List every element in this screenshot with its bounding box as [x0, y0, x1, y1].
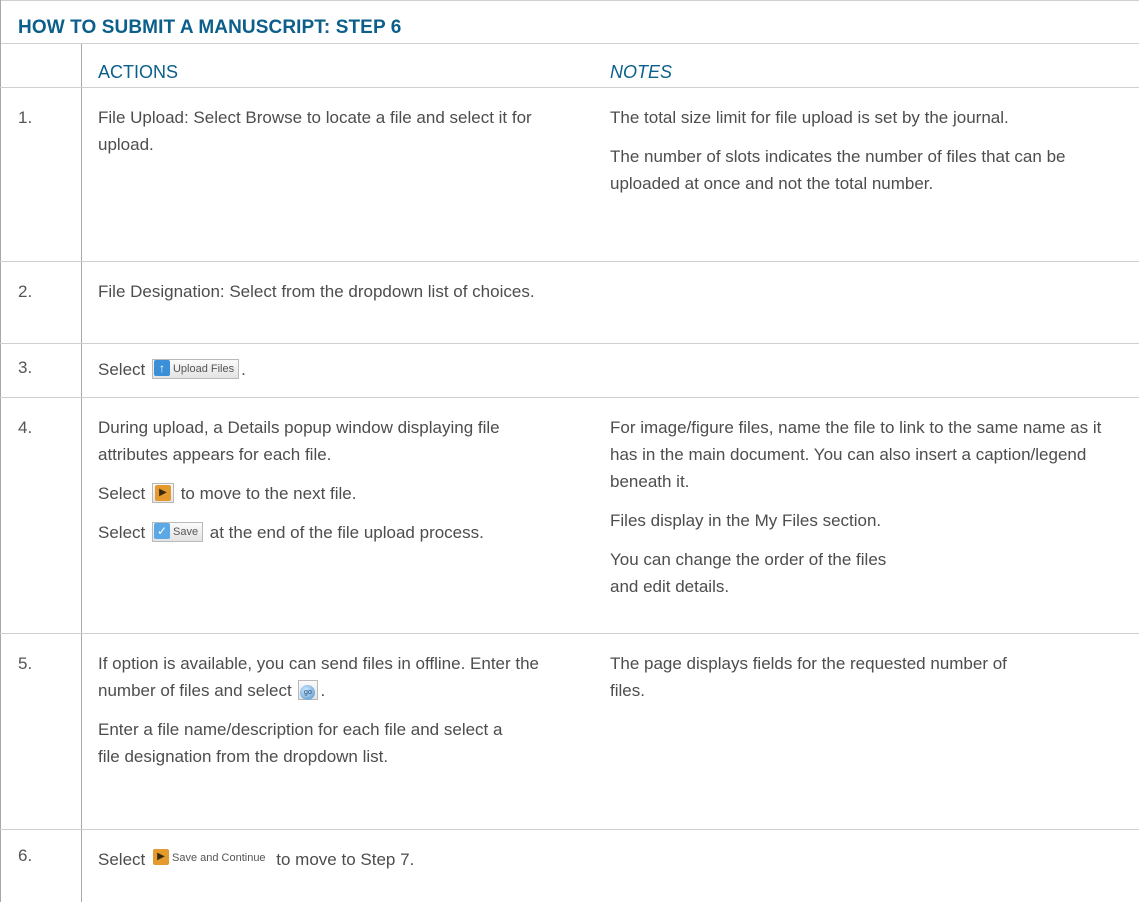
action-text: Select	[98, 484, 150, 503]
title-row: HOW TO SUBMIT A MANUSCRIPT: STEP 6	[0, 0, 1139, 44]
row-5-actions: If option is available, you can send fil…	[98, 650, 568, 770]
play-arrow-icon: ▶	[154, 484, 171, 501]
note-text: The number of slots indicates the number…	[610, 147, 1066, 193]
actions-header: ACTIONS	[98, 62, 179, 82]
action-next-file: Select ▶ to move to the next file.	[98, 480, 568, 507]
action-text: at the end of the file upload process.	[205, 523, 484, 542]
save-button[interactable]: ✓ Save	[151, 521, 204, 542]
note-text: For image/figure files, name the file to…	[610, 418, 1102, 491]
action-text: Select	[98, 850, 150, 869]
action-text: Select	[98, 523, 150, 542]
upload-files-button[interactable]: ↑ Upload Files	[151, 358, 240, 379]
row-6-actions: Select ▶ Save and Continue to move to Ste…	[98, 846, 658, 873]
row-3-actions: Select ↑ Upload Files.	[98, 356, 568, 383]
row-number: 1.	[18, 108, 33, 127]
row-1-notes: The total size limit for file upload is …	[610, 104, 1125, 197]
save-and-continue-label: Save and Continue	[171, 851, 266, 864]
action-text: File Upload: Select Browse to locate a f…	[98, 108, 532, 154]
up-arrow-icon: ↑	[153, 359, 170, 376]
action-text: to move to the next file.	[175, 484, 357, 503]
action-text: Select	[98, 360, 150, 379]
go-icon: go	[300, 684, 316, 700]
action-text: During upload, a Details popup window di…	[98, 418, 500, 464]
note-text: The page displays fields for the request…	[610, 654, 1007, 700]
page-title: HOW TO SUBMIT A MANUSCRIPT: STEP 6	[18, 17, 402, 38]
upload-files-label: Upload Files	[172, 362, 235, 375]
note-text: The total size limit for file upload is …	[610, 108, 1009, 127]
next-file-button[interactable]: ▶	[151, 482, 174, 503]
row-1-actions: File Upload: Select Browse to locate a f…	[98, 104, 568, 158]
action-text: File Designation: Select from the dropdo…	[98, 282, 535, 301]
manuscript-step6-table: HOW TO SUBMIT A MANUSCRIPT: STEP 6 ACTIO…	[0, 0, 1139, 902]
note-text: You can change the order of the files an…	[610, 550, 887, 596]
action-text: Enter a file name/description for each f…	[98, 720, 503, 766]
go-button[interactable]: go	[298, 679, 319, 700]
save-label: Save	[172, 525, 199, 538]
note-text: Files display in the My Files section.	[610, 511, 882, 530]
action-text: to move to Step 7.	[271, 850, 415, 869]
row-number: 4.	[18, 418, 33, 437]
row-number: 2.	[18, 282, 33, 301]
play-arrow-icon: ▶	[152, 848, 169, 865]
save-and-continue-button[interactable]: ▶ Save and Continue	[152, 848, 270, 869]
action-text: .	[241, 360, 246, 379]
row-4-notes: For image/figure files, name the file to…	[610, 414, 1125, 600]
row-number: 6.	[18, 846, 33, 865]
notes-header: NOTES	[610, 62, 673, 82]
row-number: 5.	[18, 654, 33, 673]
action-text: .	[320, 681, 326, 700]
row-4-actions: During upload, a Details popup window di…	[98, 414, 568, 546]
action-save: Select ✓ Save at the end of the file uplo…	[98, 519, 568, 546]
checkmark-icon: ✓	[153, 522, 170, 539]
row-number: 3.	[18, 358, 33, 377]
action-text: If option is available, you can send fil…	[98, 654, 540, 700]
action-offline: If option is available, you can send fil…	[98, 650, 568, 704]
row-2-actions: File Designation: Select from the dropdo…	[98, 278, 568, 305]
row-5-notes: The page displays fields for the request…	[610, 650, 1125, 704]
